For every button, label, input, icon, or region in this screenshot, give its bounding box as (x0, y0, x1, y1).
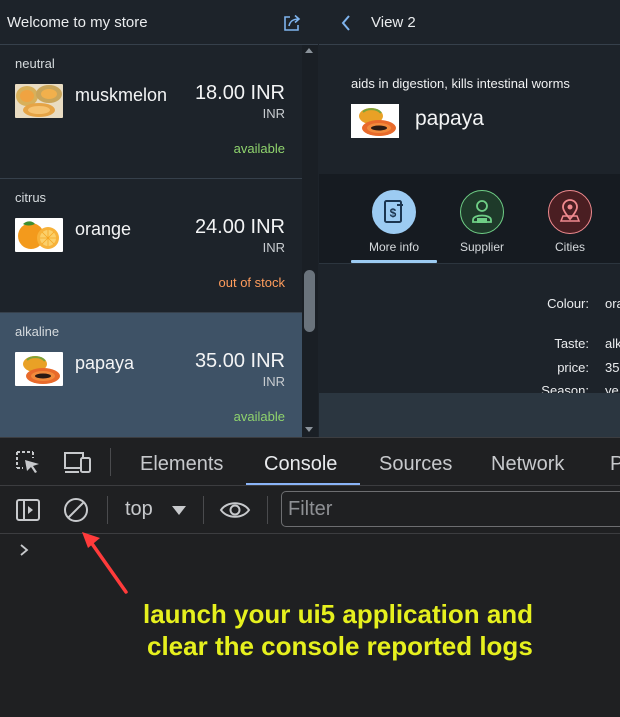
toolbar-divider (267, 496, 268, 524)
filter-input[interactable] (281, 491, 620, 527)
supplier-person-icon (471, 199, 492, 223)
scroll-down-arrow-icon[interactable] (305, 427, 313, 432)
selected-tab-indicator (351, 260, 437, 263)
tab-label: Cities (554, 240, 585, 254)
active-tab-indicator (246, 483, 360, 485)
form-value: 35 (605, 360, 620, 375)
list-item[interactable]: neutral muskmelon 18.00 INR INR availabl… (0, 45, 302, 179)
clear-console-icon[interactable] (63, 497, 89, 523)
tab-sources[interactable]: Sources (379, 453, 452, 476)
icon-tab-bar: $ More info Supplier Cities (319, 174, 620, 264)
document-money-icon: $ (383, 199, 403, 223)
form-label: Taste: (554, 336, 589, 351)
item-unit: INR (262, 374, 285, 389)
master-header: Welcome to my store (0, 0, 318, 45)
svg-text:$: $ (389, 206, 396, 220)
screenshot-root: Welcome to my store neutral muskmelon 18… (0, 0, 620, 717)
context-selector[interactable]: top (125, 498, 153, 521)
show-sidebar-icon[interactable] (15, 498, 41, 522)
form-value: ora (605, 296, 620, 311)
tab-more-info[interactable]: $ More info (351, 190, 437, 264)
tab-console[interactable]: Console (264, 453, 337, 476)
annotation-line: launch your ui5 application and (143, 599, 534, 629)
share-icon[interactable] (282, 13, 302, 33)
tab-supplier[interactable]: Supplier (439, 190, 525, 264)
tab-label: Supplier (459, 240, 505, 254)
item-category: neutral (15, 56, 55, 71)
detail-title: View 2 (371, 14, 416, 31)
list-item[interactable]: citrus orange 24.00 INR INR out of stock (0, 179, 302, 313)
item-category: alkaline (15, 324, 60, 339)
annotation-arrow-icon (82, 532, 128, 594)
tab-network[interactable]: Network (491, 453, 564, 476)
product-list: neutral muskmelon 18.00 INR INR availabl… (0, 45, 302, 437)
orange-image (15, 218, 63, 252)
item-name: orange (75, 219, 132, 239)
console-prompt-chevron-icon (20, 544, 29, 556)
map-location-icon (559, 198, 580, 222)
tab-icon-circle: $ (372, 190, 416, 234)
muskmelon-image (15, 84, 63, 118)
detail-form: Colour: ora Taste: alk price: 35 Season:… (319, 265, 620, 393)
item-name: muskmelon (75, 85, 168, 105)
item-name: papaya (75, 353, 135, 373)
object-title: papaya (415, 107, 484, 130)
dropdown-arrow-icon[interactable] (172, 506, 186, 515)
form-label: Colour: (547, 296, 589, 311)
devtools-panel: Elements Console Sources Network P top F… (0, 437, 620, 717)
devtools-tab-bar: Elements Console Sources Network P (0, 438, 620, 486)
back-chevron-icon[interactable] (339, 13, 353, 33)
toolbar-divider (107, 496, 108, 524)
item-status: available (233, 409, 285, 424)
master-title: Welcome to my store (7, 14, 148, 31)
item-unit: INR (262, 240, 285, 255)
tab-elements[interactable]: Elements (140, 453, 223, 476)
detail-pane: View 2 aids in digestion, kills intestin… (319, 0, 620, 437)
list-item-selected[interactable]: alkaline papaya 35.00 INR INR available (0, 313, 302, 437)
form-value: alk (605, 336, 620, 351)
scrollbar-thumb[interactable] (304, 270, 315, 332)
toolbar-divider (110, 448, 111, 476)
item-price: 18.00 INR (194, 82, 285, 104)
item-category: citrus (15, 190, 47, 205)
detail-header: View 2 (319, 0, 620, 45)
master-pane: Welcome to my store neutral muskmelon 18… (0, 0, 318, 437)
item-status: out of stock (218, 275, 285, 290)
item-status: available (233, 141, 285, 156)
inspect-element-icon[interactable] (15, 450, 41, 474)
live-expression-eye-icon[interactable] (219, 498, 251, 522)
item-unit: INR (262, 106, 285, 121)
tab-performance-partial[interactable]: P (610, 453, 620, 476)
annotation-line: clear the console reported logs (147, 631, 533, 661)
tab-icon-circle (460, 190, 504, 234)
form-value: ye (605, 383, 619, 393)
form-label: price: (557, 360, 589, 375)
papaya-image (351, 104, 399, 138)
scroll-up-arrow-icon[interactable] (305, 48, 313, 53)
item-price: 35.00 INR (194, 350, 285, 372)
tab-icon-circle (548, 190, 592, 234)
toolbar-divider (203, 496, 204, 524)
item-price: 24.00 INR (194, 216, 285, 238)
console-toolbar: top (0, 486, 620, 534)
device-toolbar-icon[interactable] (63, 450, 93, 474)
papaya-image (15, 352, 63, 386)
list-scrollbar[interactable] (302, 45, 318, 437)
form-label: Season: (541, 383, 589, 393)
tab-cities[interactable]: Cities (527, 190, 613, 264)
ui5-app: Welcome to my store neutral muskmelon 18… (0, 0, 620, 437)
tab-label: More info (368, 240, 420, 254)
object-header: aids in digestion, kills intestinal worm… (319, 46, 620, 174)
detail-footer (319, 393, 620, 437)
object-description: aids in digestion, kills intestinal worm… (351, 76, 570, 91)
annotation-text: launch your ui5 application and clear th… (25, 598, 620, 662)
